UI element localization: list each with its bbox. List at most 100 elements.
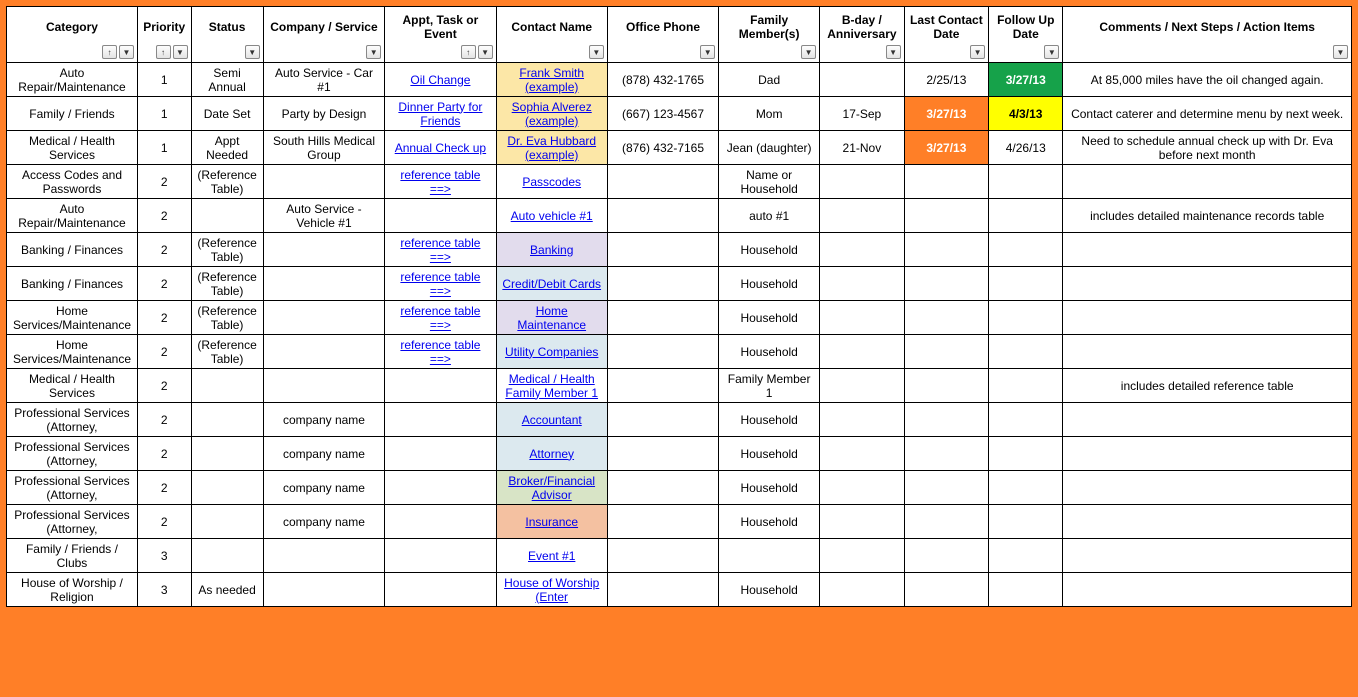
cell-appt: Oil Change (385, 63, 496, 97)
cell-appt (385, 471, 496, 505)
cell-company: Auto Service - Vehicle #1 (263, 199, 385, 233)
cell-follow (989, 573, 1063, 607)
table-row: Professional Services (Attorney,2company… (7, 403, 1352, 437)
cell-appt: reference table ==> (385, 267, 496, 301)
contact-link[interactable]: Home Maintenance (517, 304, 586, 332)
appt-link[interactable]: Oil Change (410, 73, 470, 87)
cell-comments: Need to schedule annual check up with Dr… (1063, 131, 1352, 165)
appt-link[interactable]: reference table ==> (400, 338, 480, 366)
cell-appt (385, 505, 496, 539)
filter-dropdown-icon[interactable]: ▼ (119, 45, 134, 59)
contact-link[interactable]: Auto vehicle #1 (511, 209, 593, 223)
contact-link[interactable]: Accountant (522, 413, 582, 427)
cell-company (263, 573, 385, 607)
contact-link[interactable]: Sophia Alverez (example) (512, 100, 592, 128)
cell-status: Semi Annual (191, 63, 263, 97)
appt-link[interactable]: reference table ==> (400, 236, 480, 264)
cell-last (904, 539, 989, 573)
appt-link[interactable]: Annual Check up (395, 141, 486, 155)
filter-dropdown-icon[interactable]: ▼ (173, 45, 188, 59)
col-header-appt: Appt, Task or Event↑▼ (385, 7, 496, 63)
table-row: Family / Friends1Date SetParty by Design… (7, 97, 1352, 131)
col-header-phone: Office Phone▼ (607, 7, 718, 63)
table-row: Access Codes and Passwords2(Reference Ta… (7, 165, 1352, 199)
contact-link[interactable]: House of Worship (Enter (504, 576, 599, 604)
cell-contact: Dr. Eva Hubbard (example) (496, 131, 607, 165)
cell-follow (989, 471, 1063, 505)
cell-comments (1063, 539, 1352, 573)
cell-bday: 17-Sep (820, 97, 905, 131)
cell-follow (989, 165, 1063, 199)
cell-family: Name or Household (719, 165, 820, 199)
filter-dropdown-icon[interactable]: ▼ (1044, 45, 1059, 59)
filter-dropdown-icon[interactable]: ▼ (886, 45, 901, 59)
contact-link[interactable]: Dr. Eva Hubbard (example) (507, 134, 596, 162)
cell-company: company name (263, 471, 385, 505)
filter-dropdown-icon[interactable]: ▼ (589, 45, 604, 59)
appt-link[interactable]: Dinner Party for Friends (398, 100, 482, 128)
table-row: Medical / Health Services1Appt NeededSou… (7, 131, 1352, 165)
appt-link[interactable]: reference table ==> (400, 168, 480, 196)
contact-link[interactable]: Frank Smith (example) (519, 66, 584, 94)
cell-company: company name (263, 437, 385, 471)
sort-asc-icon[interactable]: ↑ (156, 45, 171, 59)
cell-priority: 2 (137, 505, 191, 539)
col-header-contact: Contact Name▼ (496, 7, 607, 63)
cell-bday (820, 267, 905, 301)
contact-link[interactable]: Utility Companies (505, 345, 598, 359)
cell-contact: House of Worship (Enter (496, 573, 607, 607)
filter-dropdown-icon[interactable]: ▼ (700, 45, 715, 59)
cell-company: Party by Design (263, 97, 385, 131)
table-row: Auto Repair/Maintenance2Auto Service - V… (7, 199, 1352, 233)
cell-family: Household (719, 471, 820, 505)
cell-status: (Reference Table) (191, 267, 263, 301)
contact-link[interactable]: Broker/Financial Advisor (508, 474, 595, 502)
contact-link[interactable]: Medical / Health Family Member 1 (505, 372, 598, 400)
cell-bday (820, 437, 905, 471)
table-row: Professional Services (Attorney,2company… (7, 471, 1352, 505)
cell-family: Household (719, 301, 820, 335)
cell-appt (385, 573, 496, 607)
filter-dropdown-icon[interactable]: ▼ (1333, 45, 1348, 59)
cell-status: (Reference Table) (191, 301, 263, 335)
cell-category: Access Codes and Passwords (7, 165, 138, 199)
filter-dropdown-icon[interactable]: ▼ (801, 45, 816, 59)
cell-category: Family / Friends (7, 97, 138, 131)
cell-status (191, 437, 263, 471)
col-header-label: Family Member(s) (739, 13, 800, 41)
contact-link[interactable]: Event #1 (528, 549, 575, 563)
cell-follow (989, 505, 1063, 539)
contact-link[interactable]: Attorney (529, 447, 574, 461)
contact-link[interactable]: Passcodes (522, 175, 581, 189)
cell-category: Banking / Finances (7, 267, 138, 301)
cell-follow (989, 233, 1063, 267)
filter-dropdown-icon[interactable]: ▼ (970, 45, 985, 59)
cell-last (904, 165, 989, 199)
contact-link[interactable]: Insurance (525, 515, 578, 529)
filter-dropdown-icon[interactable]: ▼ (478, 45, 493, 59)
cell-status: (Reference Table) (191, 165, 263, 199)
cell-phone: (876) 432-7165 (607, 131, 718, 165)
cell-status: (Reference Table) (191, 233, 263, 267)
cell-company: Auto Service - Car #1 (263, 63, 385, 97)
filter-dropdown-icon[interactable]: ▼ (366, 45, 381, 59)
cell-phone (607, 471, 718, 505)
cell-bday (820, 573, 905, 607)
cell-priority: 2 (137, 199, 191, 233)
cell-family: Household (719, 573, 820, 607)
cell-last (904, 437, 989, 471)
table-row: Medical / Health Services2Medical / Heal… (7, 369, 1352, 403)
cell-contact: Frank Smith (example) (496, 63, 607, 97)
sort-asc-icon[interactable]: ↑ (102, 45, 117, 59)
col-header-label: B-day / Anniversary (827, 13, 896, 41)
contact-link[interactable]: Banking (530, 243, 573, 257)
cell-family: Dad (719, 63, 820, 97)
cell-last: 3/27/13 (904, 97, 989, 131)
appt-link[interactable]: reference table ==> (400, 304, 480, 332)
contact-link[interactable]: Credit/Debit Cards (502, 277, 601, 291)
appt-link[interactable]: reference table ==> (400, 270, 480, 298)
cell-priority: 2 (137, 233, 191, 267)
cell-appt (385, 403, 496, 437)
sort-asc-icon[interactable]: ↑ (461, 45, 476, 59)
filter-dropdown-icon[interactable]: ▼ (245, 45, 260, 59)
